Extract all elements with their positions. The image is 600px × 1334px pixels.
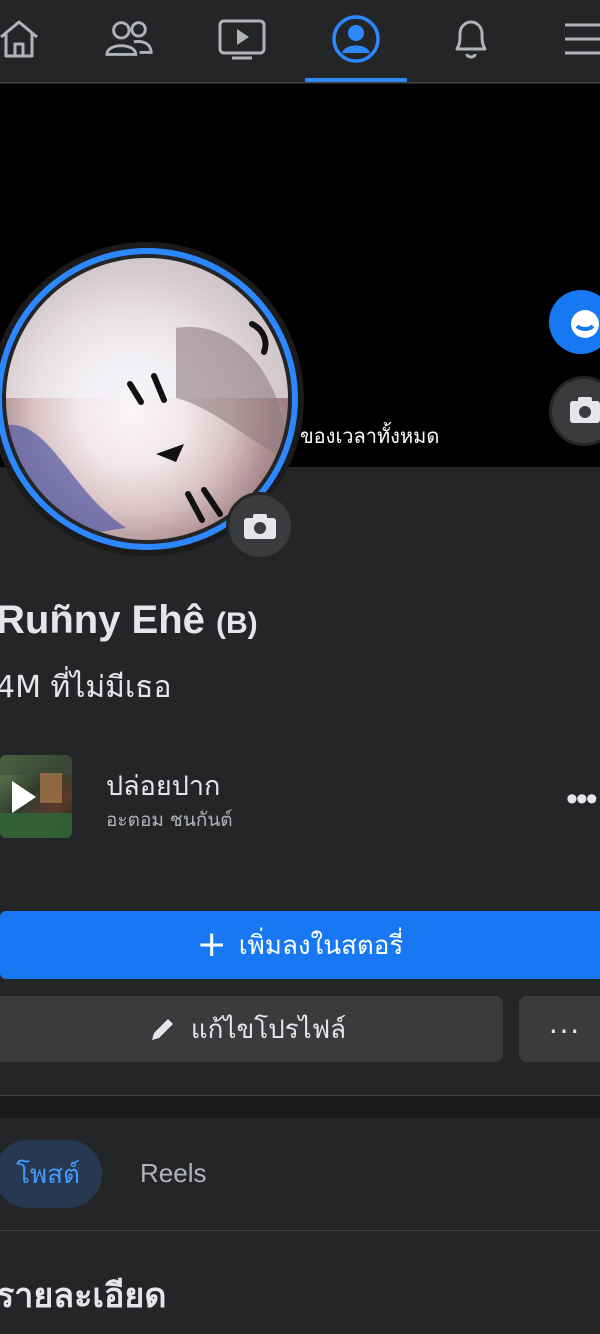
home-icon[interactable] xyxy=(0,14,44,64)
add-to-story-label: เพิ่มลงในสตอรี่ xyxy=(238,930,404,961)
tab-reels[interactable]: Reels xyxy=(140,1158,206,1189)
edit-profile-button[interactable]: แก้ไขโปรไฟล์ xyxy=(0,996,503,1062)
avatar-camera-button[interactable] xyxy=(226,492,294,560)
pencil-icon xyxy=(151,1019,173,1040)
more-actions-button[interactable]: ··· xyxy=(519,996,600,1062)
bell-icon[interactable] xyxy=(446,14,496,64)
profile-name: Ruñny Ehê (B) xyxy=(0,598,258,643)
tab-posts[interactable]: โพสต์ xyxy=(0,1140,102,1208)
music-more-icon[interactable]: ••• xyxy=(566,780,598,819)
active-tab-indicator xyxy=(305,78,407,82)
profile-name-text: Ruñny Ehê xyxy=(0,598,205,642)
video-icon[interactable] xyxy=(217,14,267,64)
profile-icon[interactable] xyxy=(331,14,381,64)
song-title: ปล่อยปาก xyxy=(106,771,221,802)
cover-caption: ของเวลาทั้งหมด xyxy=(300,424,440,448)
friends-icon[interactable] xyxy=(104,14,154,64)
tab-posts-label: โพสต์ xyxy=(16,1159,80,1190)
plus-icon: + xyxy=(196,924,227,965)
top-navigation-bar xyxy=(0,0,600,83)
add-to-story-button[interactable]: + เพิ่มลงในสตอรี่ xyxy=(0,911,600,979)
section-separator xyxy=(0,1095,600,1118)
song-artist: อะตอม ชนกันต์ xyxy=(106,809,233,831)
play-icon xyxy=(12,781,36,813)
music-thumbnail[interactable] xyxy=(0,755,72,838)
edit-profile-label: แก้ไขโปรไฟล์ xyxy=(190,1014,347,1045)
profile-bio: 4M ที่ไม่มีเธอ xyxy=(0,670,172,705)
more-icon: ··· xyxy=(548,1010,580,1047)
cover-camera-button[interactable] xyxy=(549,376,600,446)
messenger-button[interactable] xyxy=(549,290,600,354)
details-heading: รายละเอียด xyxy=(0,1276,167,1316)
hamburger-icon[interactable] xyxy=(558,14,600,64)
profile-name-suffix: (B) xyxy=(216,607,258,640)
tabs-divider xyxy=(0,1230,600,1231)
